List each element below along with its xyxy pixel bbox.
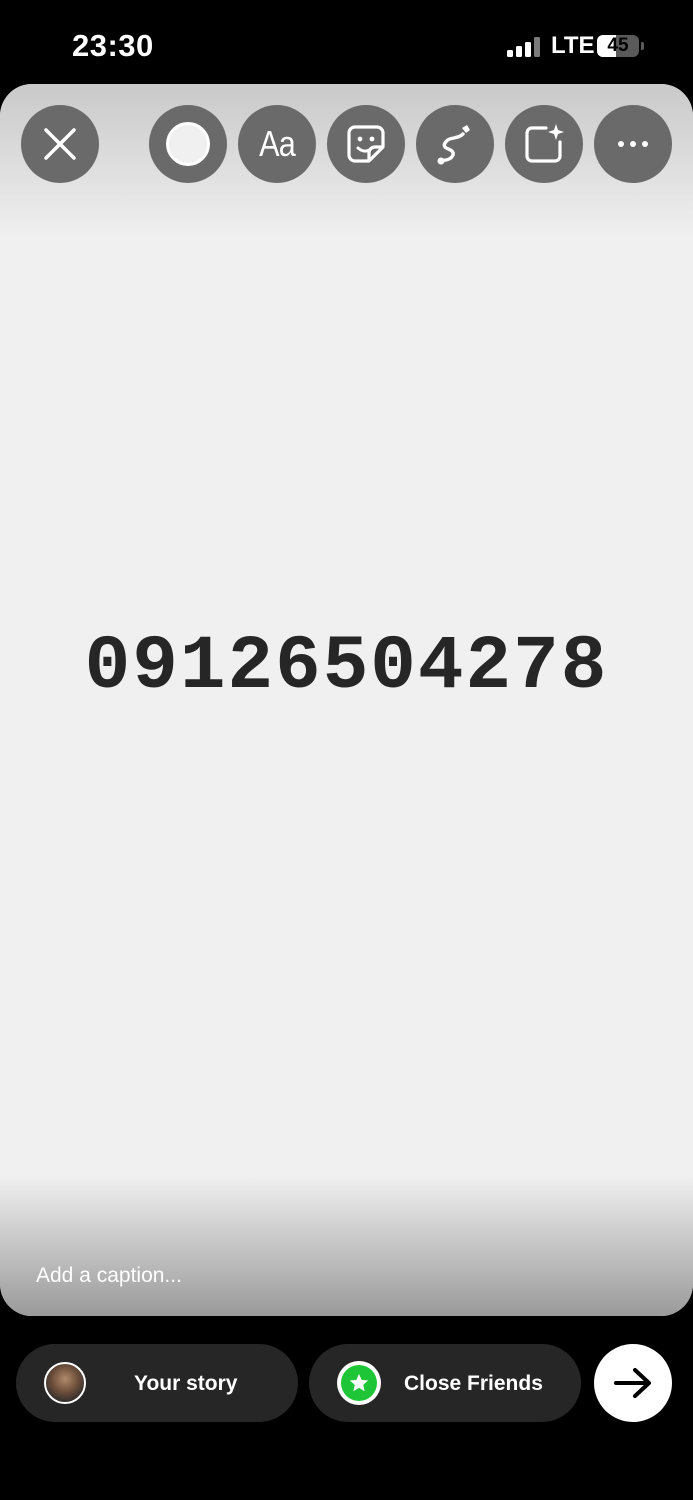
story-canvas[interactable]: Aa 09126504278 Add a caption... <box>0 84 693 1316</box>
sticker-button[interactable] <box>327 105 405 183</box>
color-circle-icon <box>166 122 210 166</box>
color-button[interactable] <box>149 105 227 183</box>
more-icon <box>618 141 648 147</box>
caption-input[interactable]: Add a caption... <box>36 1264 182 1288</box>
text-button[interactable]: Aa <box>238 105 316 183</box>
network-type: LTE <box>551 32 595 59</box>
effects-button[interactable] <box>505 105 583 183</box>
battery-level: 45 <box>607 35 629 56</box>
close-friends-button[interactable]: Close Friends <box>309 1344 581 1422</box>
sticker-icon <box>347 125 385 163</box>
star-icon <box>349 1373 369 1392</box>
status-bar: 23:30 LTE 45 <box>0 0 693 84</box>
avatar <box>44 1362 86 1404</box>
your-story-button[interactable]: Your story <box>16 1344 298 1422</box>
status-time: 23:30 <box>72 28 154 63</box>
close-button[interactable] <box>21 105 99 183</box>
close-icon <box>44 128 76 160</box>
signal-icon <box>507 37 541 57</box>
close-friends-label: Close Friends <box>404 1372 543 1395</box>
text-tool-label: Aa <box>259 123 296 164</box>
battery-icon: 45 <box>597 35 639 57</box>
draw-icon <box>437 125 470 165</box>
effects-icon <box>525 124 564 163</box>
send-button[interactable] <box>594 1344 672 1422</box>
arrow-right-icon <box>614 1368 651 1398</box>
story-text[interactable]: 09126504278 <box>0 624 693 710</box>
more-button[interactable] <box>594 105 672 183</box>
draw-button[interactable] <box>416 105 494 183</box>
bottom-shade <box>0 1176 693 1316</box>
close-friends-badge <box>337 1361 381 1405</box>
battery-nub <box>641 42 644 50</box>
your-story-label: Your story <box>134 1372 238 1395</box>
